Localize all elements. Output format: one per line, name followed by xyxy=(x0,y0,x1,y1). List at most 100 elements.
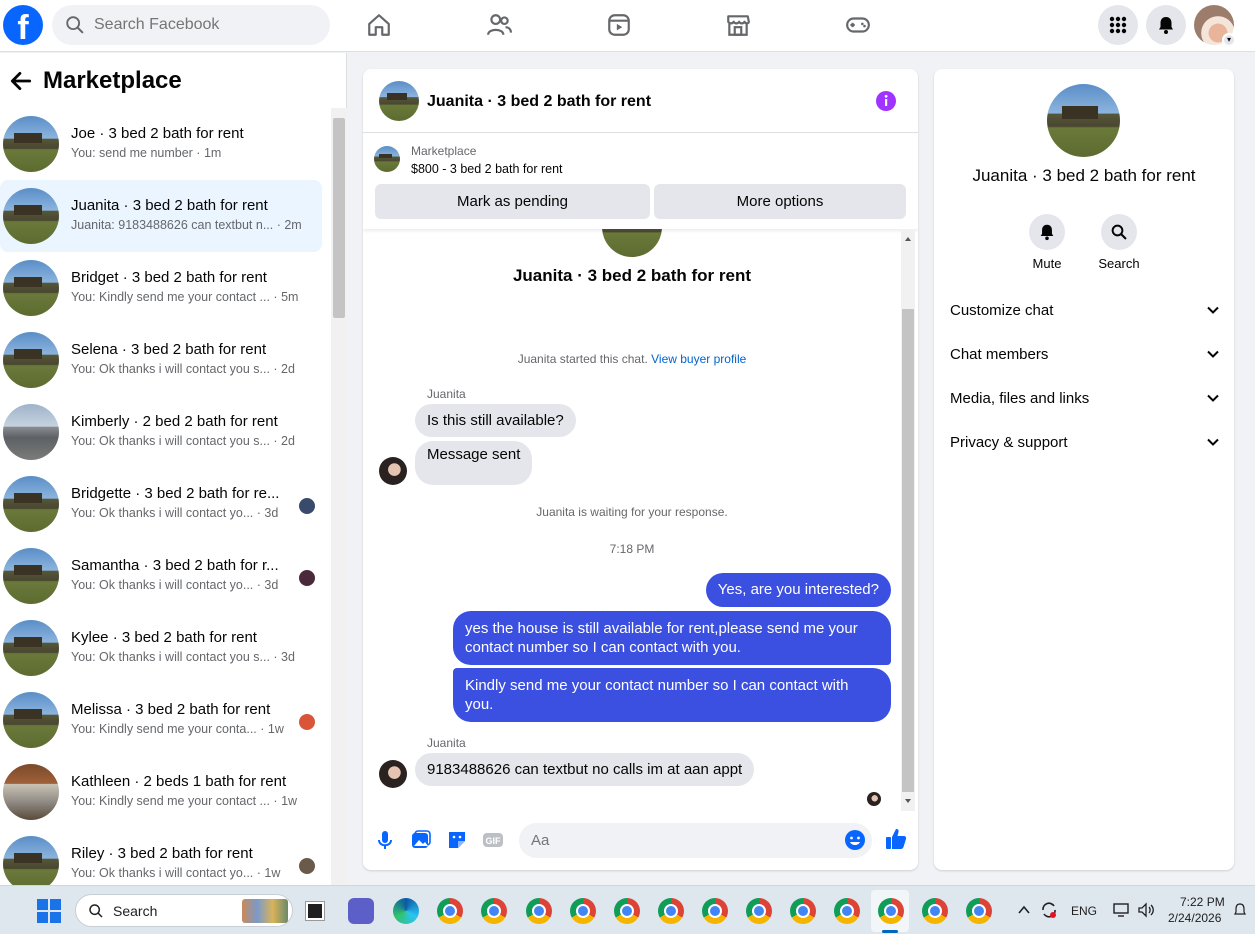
taskbar-search[interactable]: Search xyxy=(75,894,293,927)
customize-chat-row[interactable]: Customize chat xyxy=(950,295,1220,325)
incoming-message[interactable]: Message sent xyxy=(415,441,533,485)
teams-icon[interactable] xyxy=(348,898,374,924)
clock-time[interactable]: 7:22 PM xyxy=(1180,895,1225,909)
chrome-profile-icon[interactable] xyxy=(702,898,728,924)
more-options-button[interactable]: More options xyxy=(654,184,906,219)
view-buyer-profile-link[interactable]: View buyer profile xyxy=(651,352,746,366)
conversation-item[interactable]: Samantha · 3 bed 2 bath for r... You: Ok … xyxy=(0,540,322,612)
back-arrow-icon[interactable] xyxy=(8,68,34,94)
volume-icon[interactable] xyxy=(1137,901,1155,919)
chrome-profile-icon[interactable] xyxy=(966,898,992,924)
chat-scrollbar-thumb[interactable] xyxy=(902,309,914,792)
incoming-message[interactable]: 9183488626 can textbut no calls im at aa… xyxy=(415,753,755,786)
photo-icon[interactable] xyxy=(410,829,432,851)
language-indicator[interactable]: ENG xyxy=(1071,904,1097,918)
participant-avatar xyxy=(299,570,315,586)
sync-icon[interactable] xyxy=(1040,901,1058,919)
like-icon[interactable] xyxy=(884,827,908,851)
message-timestamp: 7:18 PM xyxy=(609,542,655,556)
search-in-chat-button[interactable]: Search xyxy=(1089,214,1149,271)
chrome-profile-icon[interactable] xyxy=(526,898,552,924)
account-avatar[interactable]: ▾ xyxy=(1194,5,1236,47)
conversation-preview: You: Ok thanks i will contact you s... ·… xyxy=(71,650,295,664)
chrome-profile-icon[interactable] xyxy=(614,898,640,924)
chevron-down-icon xyxy=(1207,394,1219,402)
chrome-profile-icon[interactable] xyxy=(790,898,816,924)
conversation-item[interactable]: Kathleen · 2 beds 1 bath for rent You: Ki… xyxy=(0,756,322,828)
chrome-profile-icon[interactable] xyxy=(658,898,684,924)
conversation-name: Samantha · 3 bed 2 bath for r... xyxy=(71,557,279,574)
conversation-item[interactable]: Riley · 3 bed 2 bath for rent You: Ok tha… xyxy=(0,828,322,885)
conversation-item[interactable]: Juanita · 3 bed 2 bath for rent Juanita: … xyxy=(0,180,322,252)
windows-start-icon[interactable] xyxy=(37,899,61,923)
chevron-up-icon[interactable] xyxy=(1017,904,1031,916)
sender-avatar[interactable] xyxy=(379,457,407,485)
sender-avatar[interactable] xyxy=(379,760,407,788)
friends-icon[interactable] xyxy=(486,12,512,38)
sticker-icon[interactable] xyxy=(446,829,468,851)
chrome-profile-icon[interactable] xyxy=(922,898,948,924)
search-icon xyxy=(66,16,84,34)
outgoing-message[interactable]: Kindly send me your contact number so I … xyxy=(453,668,891,722)
search-input[interactable] xyxy=(94,16,314,34)
gaming-icon[interactable] xyxy=(845,12,871,38)
conversation-name: Kylee · 3 bed 2 bath for rent xyxy=(71,629,257,646)
notification-bell-icon[interactable] xyxy=(1233,902,1247,918)
conversation-item[interactable]: Joe · 3 bed 2 bath for rent You: send me … xyxy=(0,108,322,180)
conversation-preview: You: Ok thanks i will contact yo... · 1w xyxy=(71,866,281,880)
outgoing-message[interactable]: yes the house is still available for ren… xyxy=(453,611,891,665)
chrome-profile-icon[interactable] xyxy=(878,898,904,924)
notifications-button[interactable] xyxy=(1146,5,1186,45)
conversation-item[interactable]: Selena · 3 bed 2 bath for rent You: Ok th… xyxy=(0,324,322,396)
marketplace-icon[interactable] xyxy=(725,12,751,38)
conversation-thumbnail xyxy=(3,476,59,532)
gif-icon[interactable]: GIF xyxy=(482,829,504,851)
outgoing-message[interactable]: Yes, are you interested? xyxy=(705,573,891,607)
info-icon[interactable] xyxy=(875,90,897,112)
row-label: Privacy & support xyxy=(950,433,1068,451)
incoming-message[interactable]: Is this still available? xyxy=(415,404,576,437)
microphone-icon[interactable] xyxy=(374,829,396,851)
media-files-links-row[interactable]: Media, files and links xyxy=(950,383,1220,413)
clock-date[interactable]: 2/24/2026 xyxy=(1168,911,1221,925)
chat-members-row[interactable]: Chat members xyxy=(950,339,1220,369)
conversation-item[interactable]: Kimberly · 2 bed 2 bath for rent You: Ok … xyxy=(0,396,322,468)
conversation-item[interactable]: Bridget · 3 bed 2 bath for rent You: Kind… xyxy=(0,252,322,324)
conversation-name: Bridgette · 3 bed 2 bath for re... xyxy=(71,485,280,502)
conversation-item[interactable]: Bridgette · 3 bed 2 bath for re... You: O… xyxy=(0,468,322,540)
menu-button[interactable] xyxy=(1098,5,1138,45)
conversation-preview: You: Kindly send me your conta... · 1w xyxy=(71,722,284,736)
message-input[interactable] xyxy=(519,823,872,858)
privacy-support-row[interactable]: Privacy & support xyxy=(950,427,1220,457)
chrome-profile-icon[interactable] xyxy=(481,898,507,924)
details-thumbnail[interactable] xyxy=(1047,84,1120,157)
listing-thumbnail[interactable] xyxy=(379,81,419,121)
home-icon[interactable] xyxy=(366,12,392,38)
conversation-item[interactable]: Kylee · 3 bed 2 bath for rent You: Ok tha… xyxy=(0,612,322,684)
chrome-profile-icon[interactable] xyxy=(834,898,860,924)
listing-bar: Marketplace $800 - 3 bed 2 bath for rent… xyxy=(363,134,918,229)
chrome-profile-icon[interactable] xyxy=(570,898,596,924)
edge-icon[interactable] xyxy=(393,898,419,924)
listing-small-thumbnail[interactable] xyxy=(374,146,400,172)
task-view-icon[interactable] xyxy=(306,902,324,920)
conversation-item[interactable]: Melissa · 3 bed 2 bath for rent You: Kind… xyxy=(0,684,322,756)
page-title: Marketplace xyxy=(43,66,182,94)
chat-title[interactable]: Juanita · 3 bed 2 bath for rent xyxy=(427,93,651,111)
listing-price[interactable]: $800 - 3 bed 2 bath for rent xyxy=(411,162,563,176)
sidebar-scrollbar-thumb[interactable] xyxy=(333,118,345,318)
mark-as-pending-button[interactable]: Mark as pending xyxy=(375,184,650,219)
chevron-down-icon xyxy=(1207,438,1219,446)
mute-button[interactable]: Mute xyxy=(1017,214,1077,271)
emoji-icon[interactable] xyxy=(844,829,866,851)
network-icon[interactable] xyxy=(1112,901,1130,919)
search-facebook-box[interactable] xyxy=(52,5,330,45)
conversation-preview: You: Ok thanks i will contact yo... · 3d xyxy=(71,578,279,592)
video-icon[interactable] xyxy=(606,12,632,38)
participant-avatar xyxy=(299,714,315,730)
message-composer: GIF xyxy=(363,811,918,870)
facebook-logo[interactable]: f xyxy=(3,5,43,45)
bell-icon xyxy=(1159,17,1173,34)
chrome-profile-icon[interactable] xyxy=(437,898,463,924)
chrome-profile-icon[interactable] xyxy=(746,898,772,924)
